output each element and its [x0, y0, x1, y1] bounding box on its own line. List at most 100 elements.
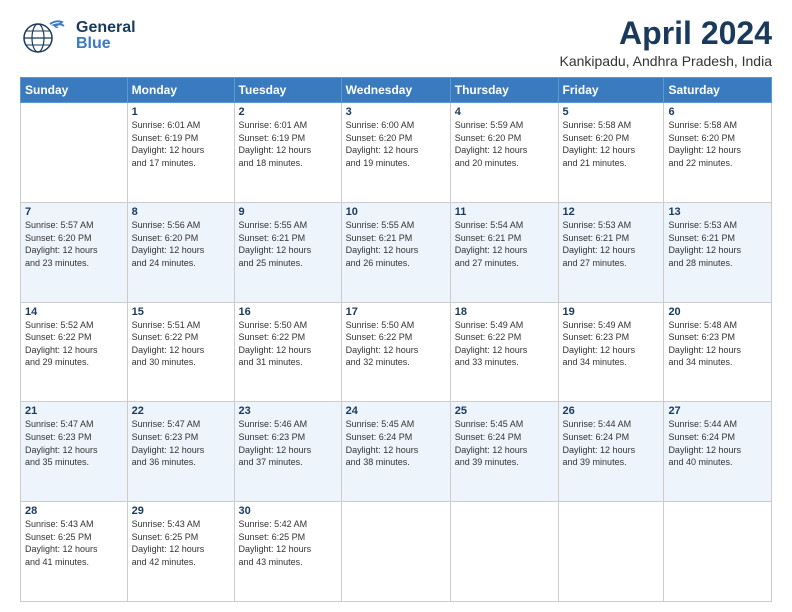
table-row: 4Sunrise: 5:59 AM Sunset: 6:20 PM Daylig… [450, 103, 558, 203]
table-row: 1Sunrise: 6:01 AM Sunset: 6:19 PM Daylig… [127, 103, 234, 203]
day-number: 19 [563, 306, 660, 318]
day-number: 1 [132, 106, 230, 118]
day-info: Sunrise: 5:56 AM Sunset: 6:20 PM Dayligh… [132, 219, 230, 269]
day-info: Sunrise: 5:49 AM Sunset: 6:23 PM Dayligh… [563, 319, 660, 369]
table-row: 21Sunrise: 5:47 AM Sunset: 6:23 PM Dayli… [21, 402, 128, 502]
day-number: 23 [239, 405, 337, 417]
table-row: 6Sunrise: 5:58 AM Sunset: 6:20 PM Daylig… [664, 103, 772, 203]
table-row: 11Sunrise: 5:54 AM Sunset: 6:21 PM Dayli… [450, 202, 558, 302]
day-info: Sunrise: 6:01 AM Sunset: 6:19 PM Dayligh… [132, 119, 230, 169]
header-wednesday: Wednesday [341, 78, 450, 103]
weekday-header-row: Sunday Monday Tuesday Wednesday Thursday… [21, 78, 772, 103]
header-thursday: Thursday [450, 78, 558, 103]
page: General Blue April 2024 Kankipadu, Andhr… [0, 0, 792, 612]
day-info: Sunrise: 5:43 AM Sunset: 6:25 PM Dayligh… [25, 518, 123, 568]
table-row: 9Sunrise: 5:55 AM Sunset: 6:21 PM Daylig… [234, 202, 341, 302]
table-row: 26Sunrise: 5:44 AM Sunset: 6:24 PM Dayli… [558, 402, 664, 502]
day-number: 21 [25, 405, 123, 417]
day-info: Sunrise: 5:47 AM Sunset: 6:23 PM Dayligh… [132, 418, 230, 468]
table-row: 25Sunrise: 5:45 AM Sunset: 6:24 PM Dayli… [450, 402, 558, 502]
day-info: Sunrise: 5:52 AM Sunset: 6:22 PM Dayligh… [25, 319, 123, 369]
day-number: 29 [132, 505, 230, 517]
day-info: Sunrise: 5:44 AM Sunset: 6:24 PM Dayligh… [668, 418, 767, 468]
table-row: 28Sunrise: 5:43 AM Sunset: 6:25 PM Dayli… [21, 502, 128, 602]
day-number: 8 [132, 206, 230, 218]
day-info: Sunrise: 5:58 AM Sunset: 6:20 PM Dayligh… [563, 119, 660, 169]
day-number: 15 [132, 306, 230, 318]
day-number: 13 [668, 206, 767, 218]
table-row: 29Sunrise: 5:43 AM Sunset: 6:25 PM Dayli… [127, 502, 234, 602]
logo: General Blue [20, 16, 136, 56]
day-info: Sunrise: 5:45 AM Sunset: 6:24 PM Dayligh… [346, 418, 446, 468]
table-row: 20Sunrise: 5:48 AM Sunset: 6:23 PM Dayli… [664, 302, 772, 402]
table-row: 24Sunrise: 5:45 AM Sunset: 6:24 PM Dayli… [341, 402, 450, 502]
day-number: 18 [455, 306, 554, 318]
day-info: Sunrise: 5:49 AM Sunset: 6:22 PM Dayligh… [455, 319, 554, 369]
calendar-week-row: 21Sunrise: 5:47 AM Sunset: 6:23 PM Dayli… [21, 402, 772, 502]
table-row: 12Sunrise: 5:53 AM Sunset: 6:21 PM Dayli… [558, 202, 664, 302]
day-info: Sunrise: 5:55 AM Sunset: 6:21 PM Dayligh… [239, 219, 337, 269]
day-number: 9 [239, 206, 337, 218]
table-row: 14Sunrise: 5:52 AM Sunset: 6:22 PM Dayli… [21, 302, 128, 402]
day-info: Sunrise: 5:53 AM Sunset: 6:21 PM Dayligh… [668, 219, 767, 269]
day-info: Sunrise: 5:54 AM Sunset: 6:21 PM Dayligh… [455, 219, 554, 269]
table-row: 2Sunrise: 6:01 AM Sunset: 6:19 PM Daylig… [234, 103, 341, 203]
title-block: April 2024 Kankipadu, Andhra Pradesh, In… [560, 16, 773, 69]
logo-icon [20, 16, 72, 56]
day-info: Sunrise: 5:48 AM Sunset: 6:23 PM Dayligh… [668, 319, 767, 369]
table-row: 22Sunrise: 5:47 AM Sunset: 6:23 PM Dayli… [127, 402, 234, 502]
header-tuesday: Tuesday [234, 78, 341, 103]
header-friday: Friday [558, 78, 664, 103]
table-row: 3Sunrise: 6:00 AM Sunset: 6:20 PM Daylig… [341, 103, 450, 203]
calendar-table: Sunday Monday Tuesday Wednesday Thursday… [20, 77, 772, 602]
day-info: Sunrise: 5:45 AM Sunset: 6:24 PM Dayligh… [455, 418, 554, 468]
table-row: 16Sunrise: 5:50 AM Sunset: 6:22 PM Dayli… [234, 302, 341, 402]
day-number: 6 [668, 106, 767, 118]
day-number: 16 [239, 306, 337, 318]
table-row [664, 502, 772, 602]
day-number: 22 [132, 405, 230, 417]
day-number: 11 [455, 206, 554, 218]
day-number: 17 [346, 306, 446, 318]
day-info: Sunrise: 6:00 AM Sunset: 6:20 PM Dayligh… [346, 119, 446, 169]
day-info: Sunrise: 5:57 AM Sunset: 6:20 PM Dayligh… [25, 219, 123, 269]
logo-general: General [76, 20, 136, 36]
day-info: Sunrise: 6:01 AM Sunset: 6:19 PM Dayligh… [239, 119, 337, 169]
day-info: Sunrise: 5:50 AM Sunset: 6:22 PM Dayligh… [239, 319, 337, 369]
day-info: Sunrise: 5:55 AM Sunset: 6:21 PM Dayligh… [346, 219, 446, 269]
table-row: 7Sunrise: 5:57 AM Sunset: 6:20 PM Daylig… [21, 202, 128, 302]
table-row: 10Sunrise: 5:55 AM Sunset: 6:21 PM Dayli… [341, 202, 450, 302]
day-info: Sunrise: 5:44 AM Sunset: 6:24 PM Dayligh… [563, 418, 660, 468]
table-row [21, 103, 128, 203]
day-info: Sunrise: 5:47 AM Sunset: 6:23 PM Dayligh… [25, 418, 123, 468]
calendar-week-row: 14Sunrise: 5:52 AM Sunset: 6:22 PM Dayli… [21, 302, 772, 402]
table-row: 13Sunrise: 5:53 AM Sunset: 6:21 PM Dayli… [664, 202, 772, 302]
table-row: 27Sunrise: 5:44 AM Sunset: 6:24 PM Dayli… [664, 402, 772, 502]
day-info: Sunrise: 5:59 AM Sunset: 6:20 PM Dayligh… [455, 119, 554, 169]
day-info: Sunrise: 5:46 AM Sunset: 6:23 PM Dayligh… [239, 418, 337, 468]
table-row: 15Sunrise: 5:51 AM Sunset: 6:22 PM Dayli… [127, 302, 234, 402]
logo-text: General Blue [76, 20, 136, 52]
table-row [450, 502, 558, 602]
header-saturday: Saturday [664, 78, 772, 103]
day-number: 20 [668, 306, 767, 318]
calendar-week-row: 28Sunrise: 5:43 AM Sunset: 6:25 PM Dayli… [21, 502, 772, 602]
day-info: Sunrise: 5:50 AM Sunset: 6:22 PM Dayligh… [346, 319, 446, 369]
day-number: 26 [563, 405, 660, 417]
calendar-week-row: 1Sunrise: 6:01 AM Sunset: 6:19 PM Daylig… [21, 103, 772, 203]
table-row: 30Sunrise: 5:42 AM Sunset: 6:25 PM Dayli… [234, 502, 341, 602]
table-row: 17Sunrise: 5:50 AM Sunset: 6:22 PM Dayli… [341, 302, 450, 402]
day-number: 4 [455, 106, 554, 118]
table-row: 18Sunrise: 5:49 AM Sunset: 6:22 PM Dayli… [450, 302, 558, 402]
day-number: 14 [25, 306, 123, 318]
day-number: 2 [239, 106, 337, 118]
day-number: 5 [563, 106, 660, 118]
day-number: 3 [346, 106, 446, 118]
header: General Blue April 2024 Kankipadu, Andhr… [20, 16, 772, 69]
subtitle: Kankipadu, Andhra Pradesh, India [560, 53, 773, 69]
day-number: 12 [563, 206, 660, 218]
day-number: 7 [25, 206, 123, 218]
header-sunday: Sunday [21, 78, 128, 103]
logo-blue: Blue [76, 36, 136, 52]
table-row [341, 502, 450, 602]
